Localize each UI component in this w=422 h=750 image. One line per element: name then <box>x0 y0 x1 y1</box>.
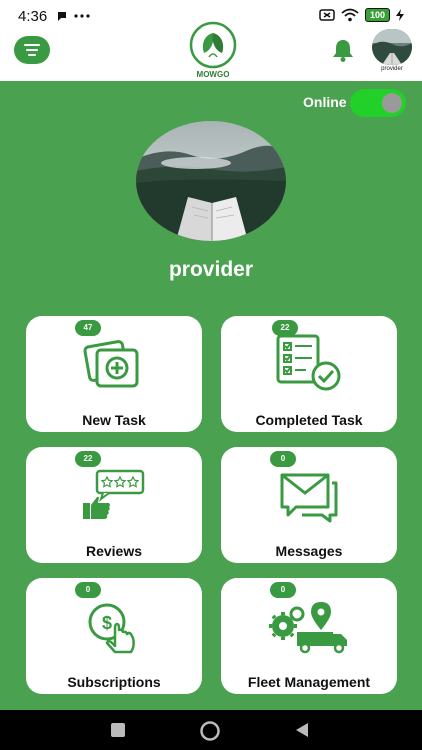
messages-label: Messages <box>275 543 343 559</box>
back-button[interactable] <box>294 722 310 743</box>
bell-icon <box>333 40 353 62</box>
back-icon <box>296 723 308 737</box>
reviews-card[interactable]: 22 Reviews <box>26 447 202 563</box>
online-label: Online <box>303 94 347 110</box>
fleet-management-count-badge: 0 <box>270 582 296 598</box>
fleet-truck-icon <box>267 600 351 659</box>
subscription-payment-icon: $ <box>85 602 143 659</box>
recents-button[interactable] <box>110 722 126 743</box>
charging-icon <box>396 9 404 21</box>
home-icon <box>200 721 220 741</box>
profile-photo <box>136 121 286 241</box>
online-toggle[interactable] <box>350 89 406 117</box>
add-task-icon <box>83 338 145 395</box>
menu-button[interactable] <box>14 36 50 64</box>
notification-icons <box>56 9 96 28</box>
subscriptions-count-badge: 0 <box>75 582 101 598</box>
battery-indicator: 100 <box>364 8 390 22</box>
dashboard-main: Online provider 47 New Task 22 Completed… <box>0 81 422 710</box>
wifi-icon <box>341 8 359 22</box>
fleet-management-card[interactable]: 0 Fleet Management <box>221 578 397 694</box>
menu-icon <box>24 44 40 56</box>
messages-card[interactable]: 0 Messages <box>221 447 397 563</box>
reviews-label: Reviews <box>85 543 143 559</box>
profile-name: provider <box>168 258 254 281</box>
user-avatar-button[interactable]: provider <box>370 29 414 79</box>
new-task-count-badge: 47 <box>75 320 101 336</box>
reviews-icon <box>81 469 147 528</box>
messages-icon <box>278 471 340 528</box>
completed-task-label: Completed Task <box>255 412 363 428</box>
app-header: MOWGO we have more, Than More, w provide… <box>0 21 422 85</box>
notification-bell-button[interactable] <box>330 37 356 68</box>
system-nav-bar <box>0 710 422 750</box>
completed-checklist-icon <box>274 334 344 397</box>
home-button[interactable] <box>199 720 221 747</box>
status-time: 4:36 <box>18 8 48 25</box>
system-icons: 100 <box>319 8 404 22</box>
subscriptions-label: Subscriptions <box>67 674 161 690</box>
subscriptions-card[interactable]: 0 $ Subscriptions <box>26 578 202 694</box>
recents-icon <box>111 723 125 737</box>
messages-count-badge: 0 <box>270 451 296 467</box>
reviews-count-badge: 22 <box>75 451 101 467</box>
app-logo: MOWGO we have more, Than More, w <box>182 21 244 90</box>
avatar-name: provider <box>381 66 403 72</box>
no-sim-icon <box>319 9 335 21</box>
logo-text: MOWGO <box>197 70 230 79</box>
avatar-image <box>372 29 412 65</box>
completed-task-card[interactable]: 22 Completed Task <box>221 316 397 432</box>
fleet-management-label: Fleet Management <box>247 674 371 690</box>
new-task-label: New Task <box>82 412 146 428</box>
toggle-knob <box>382 93 402 113</box>
new-task-card[interactable]: 47 New Task <box>26 316 202 432</box>
svg-text:$: $ <box>102 613 112 633</box>
